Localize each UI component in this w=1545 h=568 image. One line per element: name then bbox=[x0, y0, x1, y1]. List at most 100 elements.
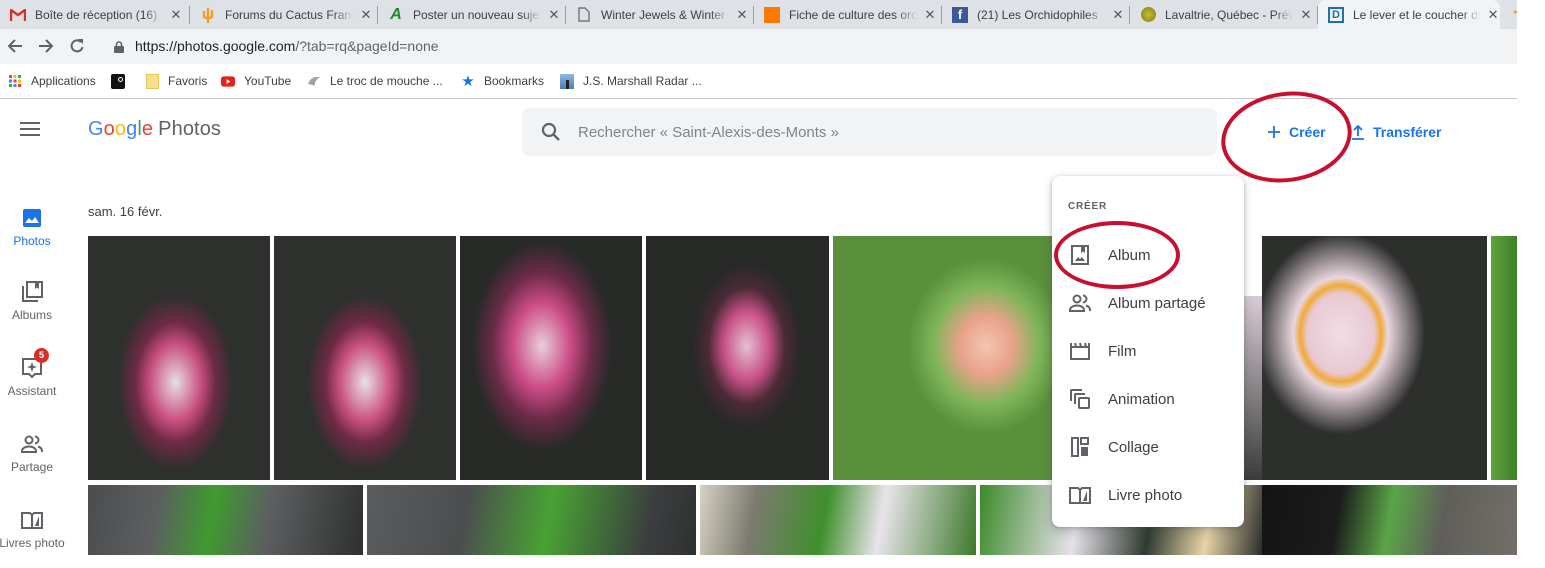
menu-item-shared-album[interactable]: Album partagé bbox=[1052, 279, 1244, 327]
close-tab-icon[interactable]: ✕ bbox=[1486, 7, 1500, 23]
steam-icon bbox=[111, 73, 125, 89]
sidebar-item-photos[interactable]: Photos bbox=[0, 206, 64, 248]
bookmark-label: Applications bbox=[31, 74, 96, 88]
close-tab-icon[interactable]: ✕ bbox=[359, 7, 373, 23]
albums-icon bbox=[20, 280, 44, 304]
forward-button[interactable] bbox=[35, 35, 57, 57]
browser-tab[interactable]: Winter Jewels & Winter ✕ bbox=[566, 0, 754, 29]
facebook-icon: f bbox=[952, 6, 968, 23]
new-tab-button[interactable]: ✦ bbox=[1512, 8, 1519, 17]
upload-button[interactable]: Transférer bbox=[1351, 120, 1441, 144]
photo-thumbnail[interactable] bbox=[700, 485, 976, 555]
tab-title: Winter Jewels & Winter bbox=[601, 7, 726, 22]
photo-thumbnail[interactable] bbox=[460, 236, 642, 480]
apps-grid-icon bbox=[8, 74, 22, 88]
radar-icon bbox=[560, 73, 574, 89]
browser-toolbar: https://photos.google.com/?tab=rq&pageId… bbox=[0, 29, 1517, 64]
create-dropdown-menu: CRÉER Album Album partagé Film Animation… bbox=[1052, 176, 1244, 527]
main-menu-button[interactable] bbox=[20, 122, 40, 140]
notification-badge: 5 bbox=[34, 348, 49, 363]
sidebar-label: Photos bbox=[13, 234, 51, 248]
upload-label: Transférer bbox=[1373, 124, 1442, 140]
sidebar-item-assistant[interactable]: 5 Assistant bbox=[0, 348, 64, 398]
search-input[interactable] bbox=[578, 123, 1178, 141]
menu-item-album[interactable]: Album bbox=[1052, 231, 1244, 279]
close-tab-icon[interactable]: ✕ bbox=[735, 7, 749, 23]
upload-icon bbox=[1351, 124, 1365, 140]
bookmarks-bar: Applications Favoris YouTube Le troc de … bbox=[0, 64, 1517, 99]
url-host: https://photos.google.com bbox=[135, 38, 296, 54]
close-tab-icon[interactable]: ✕ bbox=[547, 7, 561, 23]
bookmark-label: Bookmarks bbox=[484, 74, 545, 88]
menu-item-label: Animation bbox=[1108, 390, 1175, 408]
bookmark-label: Favoris bbox=[168, 74, 208, 88]
close-tab-icon[interactable]: ✕ bbox=[923, 7, 937, 23]
menu-item-label: Album bbox=[1108, 246, 1151, 264]
d-letter-icon: D bbox=[1328, 6, 1344, 23]
plus-icon bbox=[1267, 125, 1281, 139]
browser-tab[interactable]: Fiche de culture des orchidées ✕ bbox=[754, 0, 942, 29]
photo-thumbnail[interactable] bbox=[833, 236, 1052, 480]
bookmark-bookmarks[interactable]: ★ Bookmarks bbox=[461, 72, 544, 90]
menu-header: CRÉER bbox=[1068, 201, 1108, 212]
photos-icon bbox=[20, 206, 44, 230]
browser-tab[interactable]: Lavaltrie, Québec - Prévisions ✕ bbox=[1130, 0, 1318, 29]
bookmark-steam[interactable] bbox=[111, 72, 134, 90]
bookmark-label: Le troc de mouche ... bbox=[330, 74, 443, 88]
sidebar-item-photo-books[interactable]: Livres photo bbox=[0, 508, 70, 550]
bookmark-favoris[interactable]: Favoris bbox=[145, 72, 207, 90]
search-bar[interactable] bbox=[522, 108, 1217, 156]
browser-tab[interactable]: A Poster un nouveau sujet ✕ bbox=[378, 0, 566, 29]
collage-icon bbox=[1069, 436, 1091, 458]
photo-thumbnail[interactable] bbox=[88, 236, 270, 480]
logo-letter: o bbox=[103, 118, 115, 140]
sidebar-item-albums[interactable]: Albums bbox=[0, 280, 64, 322]
folder-icon bbox=[145, 73, 159, 89]
gmail-icon bbox=[10, 7, 26, 23]
page-icon bbox=[576, 7, 592, 23]
logo-letter: e bbox=[141, 118, 154, 140]
menu-item-photo-book[interactable]: Livre photo bbox=[1052, 471, 1244, 519]
cactus-icon bbox=[200, 7, 216, 23]
bookmark-radar[interactable]: J.S. Marshall Radar ... bbox=[560, 72, 702, 90]
reload-button[interactable] bbox=[66, 35, 88, 57]
search-icon[interactable] bbox=[540, 121, 562, 143]
bookmark-troc[interactable]: Le troc de mouche ... bbox=[307, 72, 443, 90]
browser-tab[interactable]: Boîte de réception (16) ✕ bbox=[0, 0, 190, 29]
sidebar-label: Assistant bbox=[7, 384, 57, 398]
browser-tab-active[interactable]: D Le lever et le coucher du soleil ✕ bbox=[1318, 0, 1500, 29]
menu-item-movie[interactable]: Film bbox=[1052, 327, 1244, 375]
address-bar[interactable]: https://photos.google.com/?tab=rq&pageId… bbox=[100, 32, 1517, 60]
photo-thumbnail[interactable] bbox=[1491, 236, 1517, 480]
photo-thumbnail[interactable] bbox=[1262, 485, 1517, 555]
browser-tab[interactable]: f (21) Les Orchidophiles ✕ bbox=[942, 0, 1130, 29]
photo-book-icon bbox=[1069, 484, 1091, 506]
browser-tab[interactable]: Forums du Cactus Franco ✕ bbox=[190, 0, 378, 29]
star-icon: ★ bbox=[461, 73, 475, 90]
url-path: /?tab=rq&pageId=none bbox=[295, 38, 439, 54]
photo-thumbnail[interactable] bbox=[367, 485, 696, 555]
fish-icon bbox=[307, 74, 321, 88]
photo-thumbnail[interactable] bbox=[646, 236, 829, 480]
sidebar-item-sharing[interactable]: Partage bbox=[0, 432, 64, 474]
tab-title: Fiche de culture des orchidées bbox=[789, 7, 917, 22]
album-icon bbox=[1069, 244, 1091, 266]
menu-item-collage[interactable]: Collage bbox=[1052, 423, 1244, 471]
photo-thumbnail[interactable] bbox=[88, 485, 363, 555]
close-tab-icon[interactable]: ✕ bbox=[1299, 7, 1313, 23]
orange-icon bbox=[764, 6, 780, 23]
menu-item-animation[interactable]: Animation bbox=[1052, 375, 1244, 423]
photo-thumbnail[interactable] bbox=[1244, 296, 1262, 480]
create-button[interactable]: Créer bbox=[1267, 120, 1326, 144]
back-button[interactable] bbox=[4, 35, 26, 57]
photo-thumbnail[interactable] bbox=[274, 236, 456, 480]
movie-icon bbox=[1069, 340, 1091, 362]
photo-thumbnail[interactable] bbox=[1262, 236, 1487, 480]
google-photos-logo[interactable]: Google Photos bbox=[88, 118, 221, 141]
shared-album-icon bbox=[1069, 292, 1091, 314]
close-tab-icon[interactable]: ✕ bbox=[169, 7, 183, 23]
menu-item-label: Film bbox=[1108, 342, 1137, 360]
bookmark-youtube[interactable]: YouTube bbox=[221, 72, 291, 90]
bookmark-applications[interactable]: Applications bbox=[8, 72, 96, 90]
close-tab-icon[interactable]: ✕ bbox=[1111, 7, 1125, 23]
